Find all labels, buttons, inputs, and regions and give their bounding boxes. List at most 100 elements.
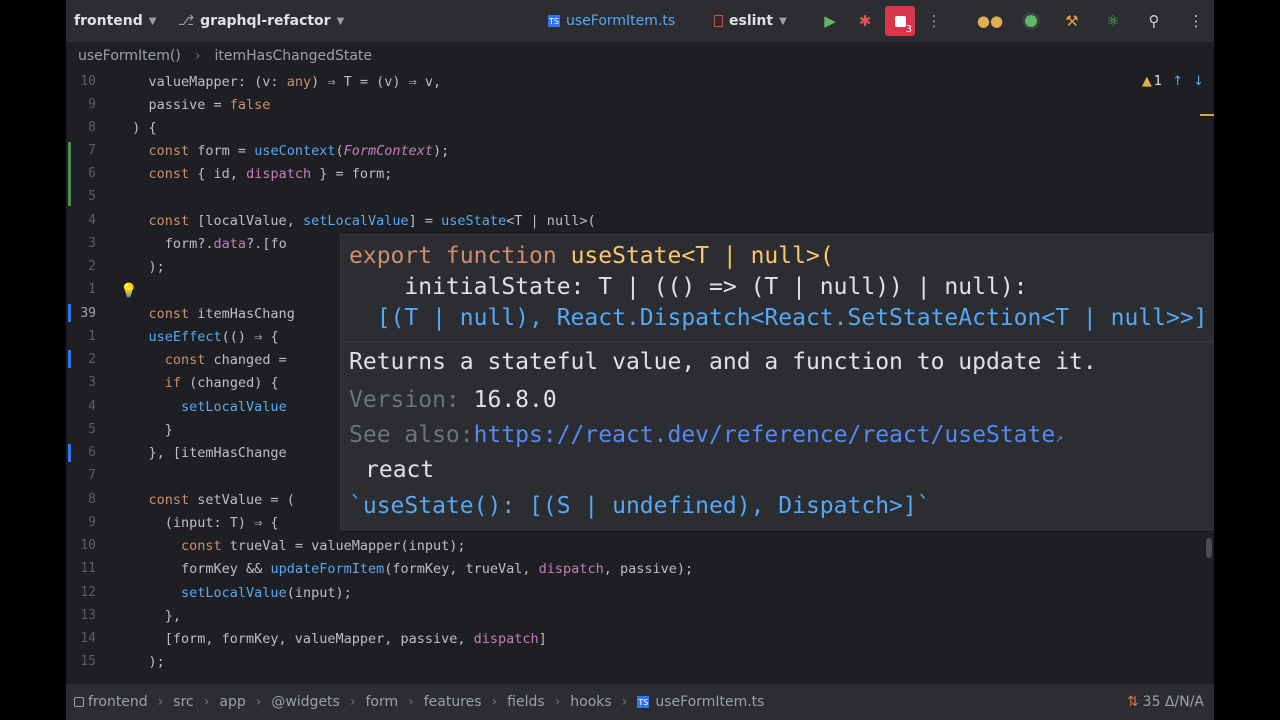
scrollbar-thumb[interactable] [1206, 538, 1212, 558]
line-number: 10 [80, 74, 96, 89]
code-line[interactable]: const trueVal = valueMapper(input); [116, 538, 465, 554]
chevron-down-icon: ▼ [779, 15, 787, 27]
chevron-right-icon: › [491, 694, 498, 710]
line-number: 7 [88, 143, 96, 158]
signature-hint: `useState(): [(S | undefined), Dispatch>… [349, 493, 931, 519]
code-line[interactable]: formKey && updateFormItem(formKey, trueV… [116, 561, 693, 577]
scroll-marker [1200, 114, 1214, 116]
version-row: Version: 16.8.0 [349, 387, 557, 413]
module-icon [74, 697, 84, 707]
warning-count: 1 [1153, 74, 1163, 89]
chevron-right-icon: › [157, 694, 164, 710]
code-line[interactable]: const changed = [116, 352, 295, 368]
run-icon[interactable]: ▶ [818, 9, 842, 33]
breadcrumb: useFormItem() › itemHasChangedState [66, 42, 1214, 70]
warning-icon: ▲ [1141, 74, 1152, 89]
debug-icon[interactable]: ✱ [853, 9, 877, 33]
line-number: 6 [88, 166, 96, 181]
line-number: 15 [80, 654, 96, 669]
line-number: 8 [88, 492, 96, 507]
line-number: 9 [88, 97, 96, 112]
chevron-right-icon: › [349, 694, 356, 710]
build-tools-icon[interactable]: ⚒ [1060, 9, 1084, 33]
code-line[interactable]: (input: T) ⇒ { [116, 515, 279, 531]
code-with-me-icon[interactable]: ●● [977, 9, 1003, 33]
ide-window: frontend ▼ ⎇ graphql-refactor ▼ TS useFo… [66, 0, 1214, 720]
file-tab[interactable]: TS useFormItem.ts [548, 0, 675, 42]
branch-name: graphql-refactor [200, 13, 331, 29]
code-line[interactable]: setLocalValue(input); [116, 585, 352, 601]
code-line[interactable]: useEffect(() ⇒ { [116, 329, 279, 345]
path-segment[interactable]: hooks [570, 694, 611, 710]
code-line[interactable]: passive = false [116, 97, 271, 113]
run-config-name: eslint [729, 13, 774, 29]
version-value: 16.8.0 [473, 387, 557, 413]
config-icon [714, 15, 723, 27]
search-icon[interactable]: ⚲ [1142, 9, 1166, 33]
code-line[interactable]: } [116, 422, 173, 438]
signature-function-name: useState [570, 243, 682, 269]
path-segment[interactable]: frontend [88, 694, 148, 710]
code-line[interactable]: ); [116, 259, 165, 275]
previous-highlight-icon[interactable]: ↑ [1172, 74, 1183, 89]
code-line[interactable]: if (changed) { [116, 375, 279, 391]
settings-icon[interactable]: ⋮ [1184, 9, 1208, 33]
git-changes-icon: ⇅ [1126, 694, 1139, 710]
project-selector[interactable]: frontend ▼ [74, 0, 156, 42]
path-segment[interactable]: fields [507, 694, 545, 710]
react-atom-icon[interactable]: ⚛ [1101, 9, 1125, 33]
code-line[interactable]: form?.data?.[fo [116, 236, 287, 252]
path-segment-file[interactable]: useFormItem.ts [655, 694, 764, 710]
version-label: Version: [349, 387, 460, 413]
chevron-down-icon: ▼ [148, 15, 157, 27]
stop-button[interactable]: 3 [885, 6, 915, 36]
signature-generics: <T | null>( [681, 243, 834, 269]
ai-assistant-icon[interactable] [1019, 9, 1043, 33]
line-number: 3 [88, 236, 96, 251]
external-link-icon: ↗ [1055, 431, 1064, 446]
path-segment[interactable]: app [219, 694, 245, 710]
status-right[interactable]: ⇅ 35 Δ/N/A [1127, 694, 1204, 710]
line-number: 13 [80, 608, 96, 623]
chevron-right-icon: › [194, 48, 201, 64]
file-tab-label: useFormItem.ts [566, 13, 676, 29]
chevron-right-icon: › [621, 694, 628, 710]
line-number: 2 [88, 352, 96, 367]
code-line[interactable]: ); [116, 654, 165, 670]
path-segment[interactable]: form [365, 694, 398, 710]
code-line[interactable]: const [localValue, setLocalValue] = useS… [116, 213, 596, 229]
path-segment[interactable]: @widgets [271, 694, 340, 710]
breadcrumb-variable[interactable]: itemHasChangedState [214, 48, 372, 64]
doc-description: Returns a stateful value, and a function… [349, 349, 1097, 375]
code-line[interactable]: setLocalValue [116, 399, 287, 415]
branch-selector[interactable]: ⎇ graphql-refactor ▼ [178, 0, 344, 42]
line-number: 2 [88, 259, 96, 274]
stop-count-badge: 3 [905, 24, 912, 35]
code-line[interactable]: }, [116, 608, 181, 624]
line-number: 8 [88, 120, 96, 135]
run-config-selector[interactable]: eslint ▼ [714, 0, 787, 42]
code-line[interactable]: const form = useContext(FormContext); [116, 143, 450, 159]
code-line-current[interactable]: const itemHasChang [116, 306, 295, 322]
code-line[interactable]: const setValue = ( [116, 492, 295, 508]
more-actions-icon[interactable]: ⋮ [922, 9, 946, 33]
signature-line-1: export function useState<T | null>( [349, 243, 834, 269]
code-line[interactable]: [form, formKey, valueMapper, passive, di… [116, 631, 547, 647]
lightbulb-icon[interactable]: 💡 [120, 283, 137, 299]
code-line[interactable]: ) { [116, 120, 156, 136]
breadcrumb-function[interactable]: useFormItem() [78, 48, 181, 64]
path-segment[interactable]: features [424, 694, 482, 710]
see-also-link[interactable]: https://react.dev/reference/react/useSta… [474, 422, 1056, 448]
line-number: 1 [88, 282, 96, 297]
inspection-widget[interactable]: ▲ 1 ↑ ↓ [1142, 74, 1204, 89]
line-number: 5 [88, 189, 96, 204]
next-highlight-icon[interactable]: ↓ [1193, 74, 1204, 89]
path-segment[interactable]: src [173, 694, 193, 710]
code-line[interactable]: valueMapper: (v: any) ⇒ T = (v) ⇒ v, [116, 74, 442, 90]
code-line[interactable]: const { id, dispatch } = form; [116, 166, 393, 182]
code-line[interactable]: }, [itemHasChange [116, 445, 287, 461]
quick-documentation-popup[interactable]: export function useState<T | null>( init… [340, 234, 1214, 530]
signature-keyword: export function [349, 243, 571, 269]
project-name: frontend [74, 13, 143, 29]
line-number: 11 [80, 561, 96, 576]
